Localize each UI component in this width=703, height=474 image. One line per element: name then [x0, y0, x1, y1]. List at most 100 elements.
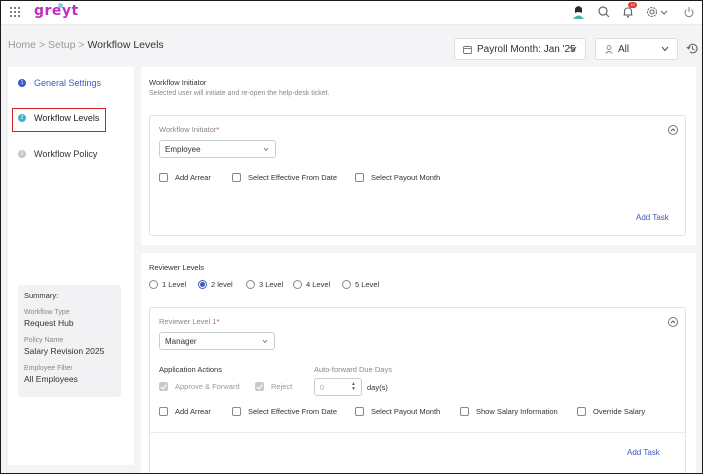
step-workflow-policy[interactable]: 3 Workflow Policy — [18, 149, 97, 159]
breadcrumb-separator: > — [38, 39, 46, 51]
radio-level-5[interactable]: 5 Level — [342, 280, 379, 289]
chevron-down-icon[interactable] — [659, 5, 669, 19]
checkbox-reject: Reject — [255, 382, 292, 391]
initiator-select[interactable]: Employee — [159, 140, 276, 158]
checkbox-label: Reject — [271, 382, 293, 391]
gear-icon[interactable] — [645, 5, 659, 19]
checkbox-label: Override Salary — [593, 407, 646, 416]
power-icon[interactable] — [682, 5, 696, 19]
summary-title: Summary: — [24, 291, 59, 300]
checkbox-label: Select Payout Month — [371, 173, 441, 182]
checkbox-effective-from-date[interactable]: Select Effective From Date — [232, 173, 337, 182]
radio-level-1[interactable]: 1 Level — [149, 280, 186, 289]
due-days-value: 0 — [320, 382, 325, 392]
chevron-up-icon[interactable] — [668, 125, 678, 135]
radio-label: 3 Level — [259, 280, 284, 289]
top-bar: greyt 10 — [1, 1, 702, 25]
radio-label: 1 Level — [162, 280, 187, 289]
user-icon — [605, 44, 613, 54]
step-number: 1 — [18, 79, 26, 87]
chevron-down-icon — [262, 339, 268, 344]
section-title: Workflow Initiator — [149, 78, 207, 87]
search-icon[interactable] — [597, 5, 611, 19]
checkbox-label: Add Arrear — [175, 407, 211, 416]
checkbox-payout-month[interactable]: Select Payout Month — [355, 173, 440, 182]
divider — [150, 432, 687, 433]
calendar-icon — [463, 45, 472, 54]
breadcrumb-separator: > — [78, 39, 85, 51]
checkbox-label: Select Effective From Date — [248, 173, 338, 182]
history-icon[interactable] — [686, 42, 699, 55]
checkbox-show-salary-info[interactable]: Show Salary Information — [460, 407, 558, 416]
stepper-arrows-icon[interactable]: ▲ ▼ — [351, 382, 356, 392]
checkbox-override-salary[interactable]: Override Salary — [577, 407, 645, 416]
app-window: greyt 10 Home > Setup > Workflow Levels … — [0, 0, 703, 474]
required-mark: * — [216, 125, 220, 134]
initiator-field-label-text: Workflow Initiator — [159, 125, 217, 134]
initiator-field-label: Workflow Initiator* — [159, 125, 219, 134]
policy-name-value: Salary Revision 2025 — [24, 346, 105, 356]
application-actions-label: Application Actions — [159, 365, 222, 374]
reviewer-levels-card: Reviewer Levels 1 Level 2 level 3 Level … — [141, 253, 696, 473]
checkbox-add-arrear[interactable]: Add Arrear — [159, 407, 211, 416]
workflow-initiator-card: Workflow Initiator Selected user will in… — [141, 67, 696, 245]
radio-label: 4 Level — [306, 280, 331, 289]
radio-level-4[interactable]: 4 Level — [293, 280, 330, 289]
radio-label: 2 level — [211, 280, 233, 289]
add-task-link[interactable]: Add Task — [636, 213, 669, 222]
step-label: Workflow Policy — [34, 149, 98, 159]
employee-filter-dropdown[interactable]: All — [595, 38, 678, 60]
page-title: Workflow Levels — [87, 39, 164, 51]
step-workflow-levels[interactable]: 2 Workflow Levels — [18, 113, 99, 123]
initiator-inner-box: Workflow Initiator* Employee Add Arrear … — [149, 115, 686, 236]
required-mark: * — [216, 317, 220, 326]
checkbox-effective-from-date[interactable]: Select Effective From Date — [232, 407, 337, 416]
payroll-month-dropdown[interactable]: Payroll Month: Jan '25 — [454, 38, 586, 60]
due-days-input[interactable]: 0 ▲ ▼ — [314, 378, 362, 396]
logo-dot — [58, 3, 63, 8]
initiator-select-value: Employee — [165, 144, 201, 154]
add-task-link[interactable]: Add Task — [627, 448, 660, 457]
reviewer-level-1-box: Reviewer Level 1* Manager Application Ac… — [149, 307, 687, 473]
checkbox-payout-month[interactable]: Select Payout Month — [355, 407, 440, 416]
chevron-down-icon — [263, 147, 269, 152]
payroll-month-label: Payroll Month: Jan '25 — [477, 43, 576, 55]
checkbox-label: Add Arrear — [175, 173, 211, 182]
chevron-up-icon[interactable] — [668, 317, 678, 327]
step-label: General Settings — [34, 78, 102, 88]
checkbox-label: Show Salary Information — [476, 407, 558, 416]
reviewer-level-1-label: Reviewer Level 1* — [159, 317, 219, 326]
policy-name-label: Policy Name — [24, 337, 64, 344]
checkbox-label: Approve & Forward — [175, 382, 240, 391]
auto-forward-label: Auto-forward Due Days — [314, 365, 392, 374]
steps-panel: 1 General Settings 2 Workflow Levels 3 W… — [8, 67, 134, 465]
breadcrumb-home[interactable]: Home — [8, 39, 36, 51]
checkbox-approve-forward: Approve & Forward — [159, 382, 240, 391]
radio-level-2[interactable]: 2 level — [198, 280, 233, 289]
workflow-type-label: Workflow Type — [24, 309, 70, 316]
step-number: 3 — [18, 150, 26, 158]
notification-badge: 10 — [628, 2, 637, 8]
checkbox-add-arrear[interactable]: Add Arrear — [159, 173, 211, 182]
apps-grid-icon[interactable] — [10, 7, 20, 17]
step-general-settings[interactable]: 1 General Settings — [18, 78, 101, 88]
breadcrumb: Home > Setup > Workflow Levels — [8, 39, 164, 51]
step-label: Workflow Levels — [34, 113, 100, 123]
reviewer-select-value: Manager — [165, 336, 197, 346]
checkbox-label: Select Payout Month — [371, 407, 441, 416]
avatar[interactable] — [572, 4, 585, 19]
summary-card: Summary: Workflow Type Request Hub Polic… — [18, 285, 121, 397]
breadcrumb-setup[interactable]: Setup — [48, 39, 75, 51]
chevron-down-icon — [569, 46, 577, 52]
step-number: 2 — [18, 114, 26, 122]
reviewer-level-1-label-text: Reviewer Level 1 — [159, 317, 217, 326]
workflow-type-value: Request Hub — [24, 318, 74, 328]
employee-filter-value: All Employees — [24, 374, 78, 384]
section-subtitle: Selected user will initiate and re-open … — [149, 90, 330, 97]
logo: greyt — [34, 3, 79, 19]
reviewer-level-1-select[interactable]: Manager — [159, 332, 275, 350]
days-suffix: day(s) — [367, 383, 388, 392]
filter-all-label: All — [618, 43, 630, 55]
radio-level-3[interactable]: 3 Level — [246, 280, 283, 289]
chevron-down-icon — [661, 46, 669, 52]
